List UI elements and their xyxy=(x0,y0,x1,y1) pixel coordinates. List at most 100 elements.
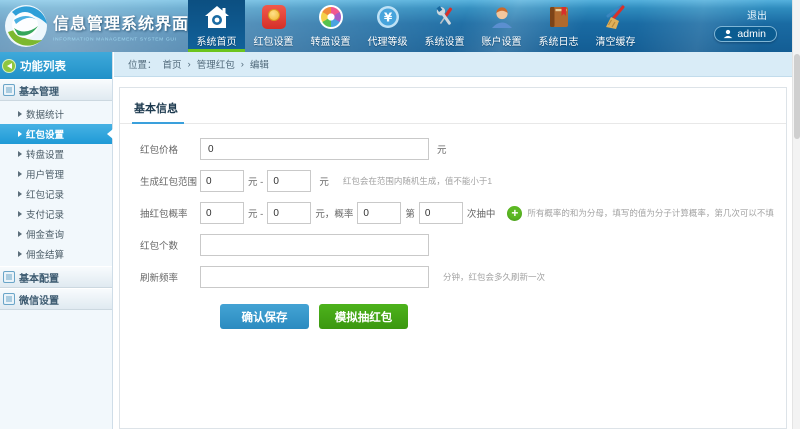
refresh-input[interactable] xyxy=(200,266,429,288)
nav-tab-agent-level[interactable]: ¥ 代理等级 xyxy=(359,0,416,52)
sidebar-section-label: 基本管理 xyxy=(19,83,59,98)
nav-tab-label: 清空缓存 xyxy=(596,33,636,48)
content-area: 基本信息 红包价格 元 生成红包范围 元 - 元 红包会在范围内随机生 xyxy=(114,78,792,429)
caret-right-icon xyxy=(18,211,22,217)
sidebar-item-data-stats[interactable]: 数据统计 xyxy=(0,104,112,124)
form-row-price: 红包价格 元 xyxy=(140,138,786,160)
username-label: admin xyxy=(737,28,766,40)
prob-max-input[interactable] xyxy=(267,202,311,224)
caret-right-icon xyxy=(18,191,22,197)
breadcrumb-manage-red-packet[interactable]: 管理红包 xyxy=(197,57,235,71)
sidebar-item-payment-records[interactable]: 支付记录 xyxy=(0,204,112,224)
caret-right-icon xyxy=(18,131,22,137)
count-input[interactable] xyxy=(200,234,429,256)
breadcrumb-home[interactable]: 首页 xyxy=(163,57,182,71)
list-icon xyxy=(3,271,15,283)
prob-separator-2: 元，概率 xyxy=(315,206,353,220)
sidebar-item-label: 佣金查询 xyxy=(26,227,64,241)
sidebar-item-label: 佣金结算 xyxy=(26,247,64,261)
breadcrumb-separator: › xyxy=(241,59,244,70)
caret-right-icon xyxy=(18,151,22,157)
basic-info-panel: 基本信息 红包价格 元 生成红包范围 元 - 元 红包会在范围内随机生 xyxy=(119,87,787,429)
app-subtitle: INFORMATION MANAGEMENT SYSTEM GUI xyxy=(53,36,177,42)
sidebar-header[interactable]: 功能列表 xyxy=(0,52,112,79)
range-min-input[interactable] xyxy=(200,170,244,192)
caret-right-icon xyxy=(18,171,22,177)
scrollbar-thumb[interactable] xyxy=(794,54,800,139)
sidebar-item-commission-settlement[interactable]: 佣金结算 xyxy=(0,244,112,264)
svg-text:¥: ¥ xyxy=(383,11,392,25)
range-label: 生成红包范围 xyxy=(140,174,200,188)
probability-hint: 所有概率的和为分母，填写的值为分子计算概率，第几次可以不填 xyxy=(527,207,774,219)
sidebar-section-wechat-settings[interactable]: 微信设置 xyxy=(0,288,112,310)
account-icon xyxy=(489,2,515,32)
sidebar-item-commission-query[interactable]: 佣金查询 xyxy=(0,224,112,244)
nav-tab-wheel-settings[interactable]: 转盘设置 xyxy=(302,0,359,52)
sidebar-item-wheel-settings[interactable]: 转盘设置 xyxy=(0,144,112,164)
log-book-icon xyxy=(546,2,572,32)
refresh-hint: 分钟，红包会多久刷新一次 xyxy=(443,271,545,283)
nav-tab-system-settings[interactable]: 系统设置 xyxy=(416,0,473,52)
nav-tab-label: 转盘设置 xyxy=(311,33,351,48)
sidebar-item-red-packet-records[interactable]: 红包记录 xyxy=(0,184,112,204)
sidebar-item-label: 用户管理 xyxy=(26,167,64,181)
add-probability-button[interactable]: + xyxy=(507,206,522,221)
red-packet-form: 红包价格 元 生成红包范围 元 - 元 红包会在范围内随机生成，值不能小于1 抽… xyxy=(120,124,786,329)
panel-title-row: 基本信息 xyxy=(120,88,786,124)
sidebar-item-label: 数据统计 xyxy=(26,107,64,121)
prob-round-input[interactable] xyxy=(419,202,463,224)
refresh-label: 刷新频率 xyxy=(140,270,200,284)
nav-tab-label: 系统首页 xyxy=(197,33,237,48)
app-header: 信息管理系统界面 INFORMATION MANAGEMENT SYSTEM G… xyxy=(0,0,792,52)
form-buttons: 确认保存 模拟抽红包 xyxy=(220,304,786,329)
count-label: 红包个数 xyxy=(140,238,200,252)
range-max-input[interactable] xyxy=(267,170,311,192)
sidebar-item-label: 转盘设置 xyxy=(26,147,64,161)
form-row-refresh: 刷新频率 分钟，红包会多久刷新一次 xyxy=(140,266,786,288)
sidebar-item-red-packet-settings[interactable]: 红包设置 xyxy=(0,124,112,144)
prob-suffix: 次抽中 xyxy=(467,206,496,220)
logout-button[interactable]: 退出 xyxy=(747,7,767,22)
prob-separator-3: 第 xyxy=(405,206,415,220)
nav-tab-account-settings[interactable]: 账户设置 xyxy=(473,0,530,52)
nav-tab-label: 系统设置 xyxy=(425,33,465,48)
tools-icon xyxy=(432,2,458,32)
price-input[interactable] xyxy=(200,138,429,160)
sidebar-section-label: 微信设置 xyxy=(19,292,59,307)
home-icon xyxy=(204,2,230,32)
nav-tab-label: 代理等级 xyxy=(368,33,408,48)
nav-tab-label: 系统日志 xyxy=(539,33,579,48)
confirm-save-button[interactable]: 确认保存 xyxy=(220,304,309,329)
user-icon xyxy=(723,29,733,39)
sidebar-section-basic-management[interactable]: 基本管理 xyxy=(0,79,112,101)
top-nav: 系统首页 红包设置 转盘设置 ¥ xyxy=(188,0,644,52)
sidebar-item-label: 红包记录 xyxy=(26,187,64,201)
main-area: 位置： 首页 › 管理红包 › 编辑 基本信息 红包价格 元 xyxy=(114,52,792,429)
agent-level-icon: ¥ xyxy=(375,2,401,32)
wheel-icon xyxy=(319,2,343,32)
caret-right-icon xyxy=(18,231,22,237)
form-row-range: 生成红包范围 元 - 元 红包会在范围内随机生成，值不能小于1 xyxy=(140,170,786,192)
vertical-scrollbar xyxy=(792,0,800,429)
nav-tab-system-log[interactable]: 系统日志 xyxy=(530,0,587,52)
sidebar-item-user-management[interactable]: 用户管理 xyxy=(0,164,112,184)
range-separator: 元 - xyxy=(248,174,263,188)
sidebar-header-label: 功能列表 xyxy=(20,58,66,74)
sidebar-section-basic-config[interactable]: 基本配置 xyxy=(0,266,112,288)
nav-tab-clear-cache[interactable]: 清空缓存 xyxy=(587,0,644,52)
simulate-draw-button[interactable]: 模拟抽红包 xyxy=(319,304,408,329)
range-hint: 红包会在范围内随机生成，值不能小于1 xyxy=(343,175,492,187)
red-packet-icon xyxy=(262,2,286,32)
sidebar-item-label: 支付记录 xyxy=(26,207,64,221)
panel-title: 基本信息 xyxy=(132,100,184,124)
breadcrumb-prefix: 位置： xyxy=(128,57,157,71)
current-user-button[interactable]: admin xyxy=(714,26,777,42)
list-icon xyxy=(3,84,15,96)
form-row-probability: 抽红包概率 元 - 元，概率 第 次抽中 + 所有概率的和为分母，填写的值为分子… xyxy=(140,202,786,224)
nav-tab-red-packet-settings[interactable]: 红包设置 xyxy=(245,0,302,52)
collapse-icon xyxy=(2,59,16,73)
nav-tab-system-home[interactable]: 系统首页 xyxy=(188,0,245,52)
breadcrumb-separator: › xyxy=(188,59,191,70)
prob-weight-input[interactable] xyxy=(357,202,401,224)
prob-min-input[interactable] xyxy=(200,202,244,224)
